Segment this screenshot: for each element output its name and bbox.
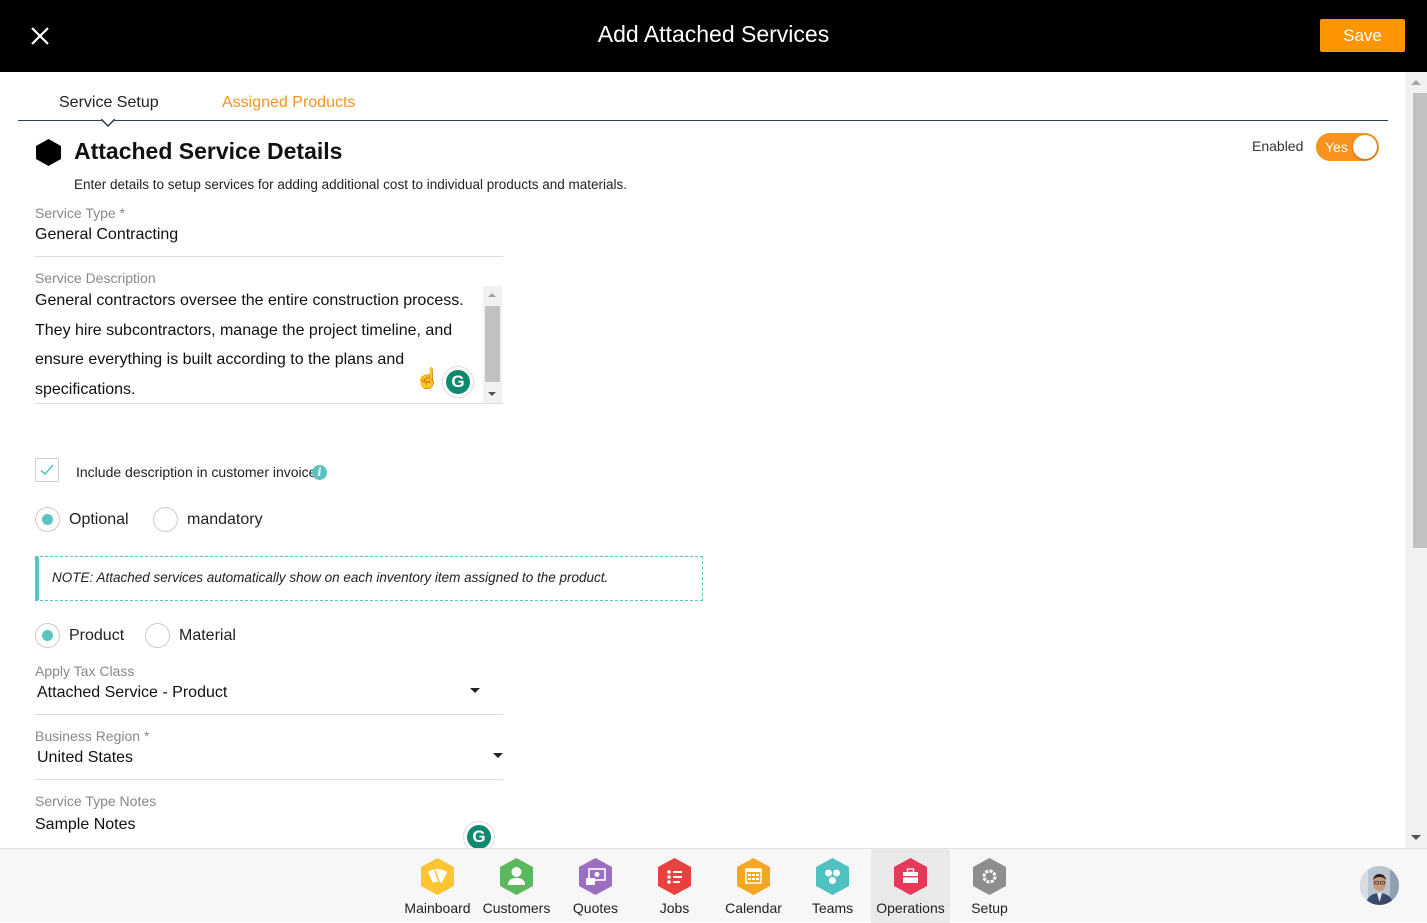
bottom-nav: Mainboard Customers Quotes Jobs Calendar…	[0, 848, 1427, 923]
user-avatar[interactable]	[1360, 866, 1399, 905]
nav-item-quotes[interactable]: Quotes	[556, 849, 635, 923]
material-radio-label[interactable]: Material	[179, 627, 236, 645]
include-description-checkbox[interactable]	[35, 458, 59, 482]
pointing-hand-icon: ☝	[415, 368, 440, 390]
service-description-textarea[interactable]: General contractors oversee the entire c…	[35, 286, 503, 404]
tax-class-value[interactable]: Attached Service - Product	[37, 684, 503, 702]
mainboard-icon	[421, 858, 454, 895]
nav-label: Teams	[811, 900, 854, 916]
toggle-text: Yes	[1325, 139, 1348, 155]
info-icon[interactable]: i	[312, 465, 327, 480]
chevron-down-icon[interactable]	[470, 688, 480, 693]
product-radio[interactable]	[35, 623, 60, 648]
mandatory-radio[interactable]	[153, 507, 178, 532]
optional-radio[interactable]	[35, 507, 60, 532]
grammarly-icon[interactable]: G	[463, 821, 495, 848]
mandatory-radio-label[interactable]: mandatory	[187, 511, 263, 529]
nav-label: Mainboard	[404, 900, 471, 916]
toggle-knob	[1353, 135, 1377, 159]
tab-assigned-products[interactable]: Assigned Products	[222, 94, 355, 112]
enabled-toggle[interactable]: Yes	[1316, 133, 1379, 161]
active-tab-caret-icon	[101, 119, 115, 128]
nav-item-mainboard[interactable]: Mainboard	[398, 849, 477, 923]
operations-icon	[894, 858, 927, 895]
nav-label: Jobs	[659, 900, 690, 916]
service-type-notes-input[interactable]: Sample Notes	[35, 816, 503, 834]
teams-icon	[816, 858, 849, 895]
scroll-thumb[interactable]	[1413, 93, 1427, 548]
material-radio[interactable]	[145, 623, 170, 648]
section-subtitle: Enter details to setup services for addi…	[74, 177, 628, 192]
main-content: Service Setup Assigned Products Attached…	[0, 72, 1427, 848]
chevron-down-icon[interactable]	[493, 753, 503, 758]
service-type-notes-field[interactable]: Service Type Notes Sample Notes	[35, 793, 503, 848]
include-description-label: Include description in customer invoice	[76, 464, 317, 480]
hexagon-icon	[36, 139, 61, 166]
calendar-icon	[737, 858, 770, 895]
nav-label: Calendar	[725, 900, 782, 916]
description-scrollbar[interactable]	[483, 286, 502, 403]
nav-label: Quotes	[572, 900, 619, 916]
service-type-input[interactable]: General Contracting	[35, 226, 503, 244]
nav-item-jobs[interactable]: Jobs	[635, 849, 714, 923]
page-title: Add Attached Services	[597, 21, 830, 47]
grammarly-glyph: G	[467, 825, 491, 848]
tax-class-label: Apply Tax Class	[35, 663, 135, 679]
nav-item-calendar[interactable]: Calendar	[714, 849, 793, 923]
grammarly-glyph: G	[446, 370, 470, 394]
tab-bar: Service Setup Assigned Products	[18, 72, 1388, 128]
quotes-icon	[579, 858, 612, 895]
service-type-notes-label: Service Type Notes	[35, 793, 157, 809]
nav-label: Setup	[971, 900, 1008, 916]
business-region-select[interactable]: Business Region * United States	[35, 728, 503, 780]
grammarly-icon[interactable]: G	[442, 366, 474, 398]
save-button[interactable]: Save	[1320, 19, 1405, 52]
scroll-up-arrow-icon[interactable]	[1411, 80, 1421, 85]
avatar-image	[1360, 866, 1399, 905]
tab-service-setup[interactable]: Service Setup	[59, 94, 159, 112]
top-bar: Add Attached Services Save	[0, 0, 1427, 72]
checkmark-icon	[40, 464, 54, 476]
nav-item-teams[interactable]: Teams	[793, 849, 872, 923]
section-title: Attached Service Details	[74, 138, 343, 164]
page-scrollbar[interactable]	[1405, 72, 1427, 848]
scroll-thumb[interactable]	[485, 306, 500, 382]
jobs-icon	[658, 858, 691, 895]
optional-radio-label[interactable]: Optional	[69, 511, 129, 529]
nav-item-setup[interactable]: Setup	[950, 849, 1029, 923]
scroll-up-arrow-icon[interactable]	[488, 293, 496, 297]
tax-class-select[interactable]: Apply Tax Class Attached Service - Produ…	[35, 663, 503, 715]
setup-icon	[973, 858, 1006, 895]
note-text: NOTE: Attached services automatically sh…	[52, 570, 609, 585]
service-type-field[interactable]: Service Type * General Contracting	[35, 205, 503, 257]
nav-label: Operations	[876, 900, 945, 916]
scroll-down-arrow-icon[interactable]	[1411, 835, 1421, 840]
service-description-label: Service Description	[35, 270, 156, 286]
scroll-down-arrow-icon[interactable]	[488, 392, 496, 396]
product-radio-label[interactable]: Product	[69, 627, 124, 645]
nav-item-operations[interactable]: Operations	[871, 849, 950, 923]
nav-label: Customers	[482, 900, 551, 916]
service-type-label: Service Type *	[35, 205, 126, 221]
business-region-value[interactable]: United States	[37, 749, 503, 767]
note-box: NOTE: Attached services automatically sh…	[35, 556, 703, 601]
enabled-label: Enabled	[1252, 138, 1304, 154]
service-description-text[interactable]: General contractors oversee the entire c…	[35, 286, 475, 404]
nav-item-customers[interactable]: Customers	[477, 849, 556, 923]
customers-icon	[500, 858, 533, 895]
business-region-label: Business Region *	[35, 728, 150, 744]
